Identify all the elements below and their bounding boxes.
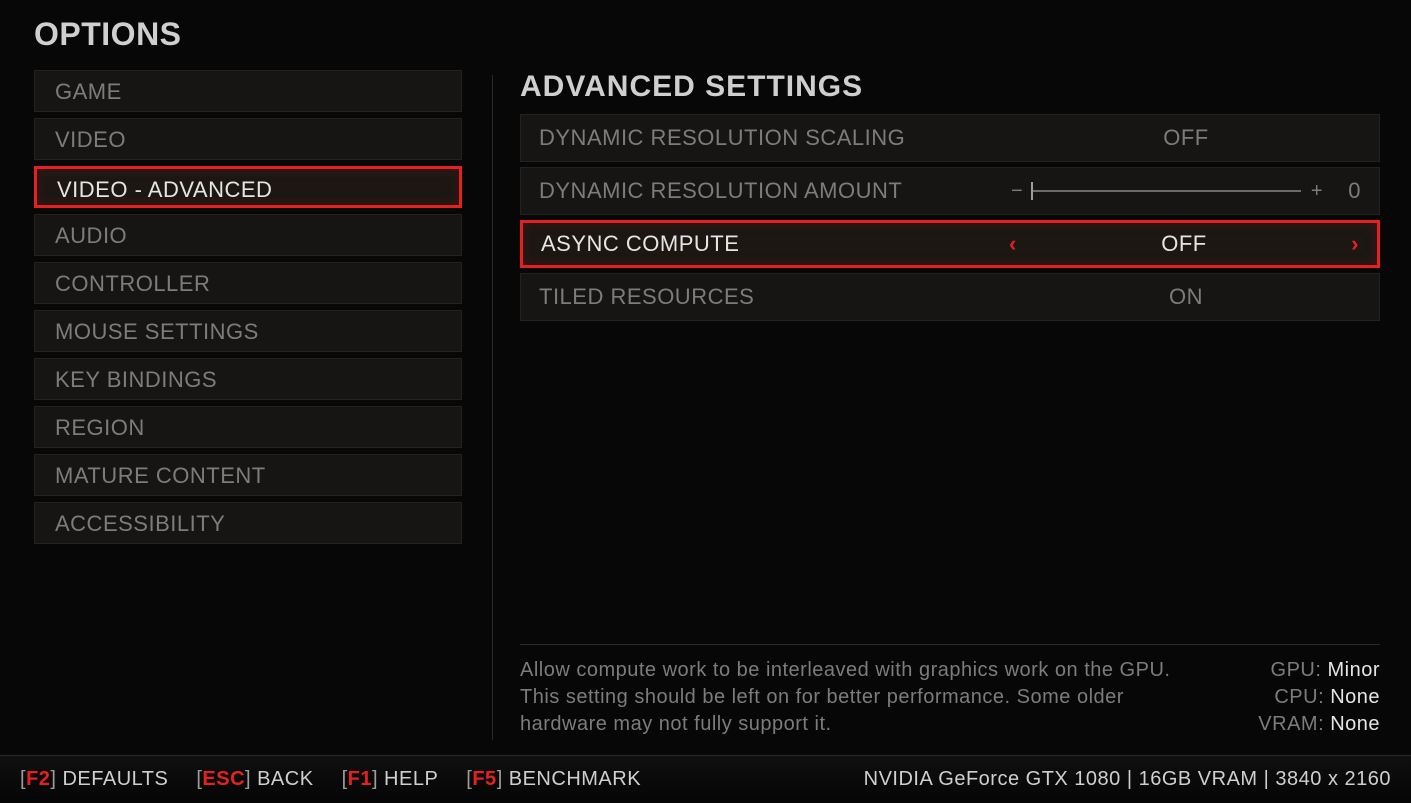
setting-row-async-compute[interactable]: ASYNC COMPUTE ‹ OFF › xyxy=(520,220,1380,268)
slider-knob[interactable] xyxy=(1031,182,1033,200)
sidebar-item-region[interactable]: REGION xyxy=(34,406,462,448)
hardware-info: NVIDIA GeForce GTX 1080 | 16GB VRAM | 38… xyxy=(864,768,1391,791)
sidebar-item-video[interactable]: VIDEO xyxy=(34,118,462,160)
sidebar-item-audio[interactable]: AUDIO xyxy=(34,214,462,256)
sidebar-item-mature-content[interactable]: MATURE CONTENT xyxy=(34,454,462,496)
help-line: This setting should be left on for bette… xyxy=(520,684,1180,738)
setting-label: TILED RESOURCES xyxy=(539,284,1011,310)
page-title: OPTIONS xyxy=(34,16,182,53)
section-title: ADVANCED SETTINGS xyxy=(520,70,1380,104)
plus-icon[interactable]: + xyxy=(1311,180,1323,203)
setting-row-dynamic-resolution-scaling[interactable]: DYNAMIC RESOLUTION SCALING OFF xyxy=(520,114,1380,162)
impact-cpu: CPU: None xyxy=(1200,684,1380,711)
sidebar-item-video-advanced[interactable]: VIDEO - ADVANCED xyxy=(34,166,462,208)
sidebar: GAME VIDEO VIDEO - ADVANCED AUDIO CONTRO… xyxy=(34,70,462,550)
hotkey-benchmark[interactable]: [F5]BENCHMARK xyxy=(466,768,641,791)
hotkey-back[interactable]: [ESC]BACK xyxy=(196,768,313,791)
slider-value: 0 xyxy=(1333,178,1361,204)
help-text: Allow compute work to be interleaved wit… xyxy=(520,657,1200,738)
setting-value: ON xyxy=(1011,284,1361,310)
setting-value: OFF xyxy=(1011,125,1361,151)
setting-label: DYNAMIC RESOLUTION AMOUNT xyxy=(539,178,1011,204)
sidebar-item-key-bindings[interactable]: KEY BINDINGS xyxy=(34,358,462,400)
setting-value-area: ON xyxy=(1011,284,1361,310)
help-area: Allow compute work to be interleaved wit… xyxy=(520,644,1380,738)
setting-value-area: OFF xyxy=(1011,125,1361,151)
slider[interactable]: − + 0 xyxy=(1011,178,1361,204)
sidebar-item-game[interactable]: GAME xyxy=(34,70,462,112)
hotkey-help[interactable]: [F1]HELP xyxy=(342,768,439,791)
setting-value: OFF xyxy=(1009,231,1359,257)
hotkey-defaults[interactable]: [F2]DEFAULTS xyxy=(20,768,168,791)
setting-label: DYNAMIC RESOLUTION SCALING xyxy=(539,125,1011,151)
chevron-right-icon[interactable]: › xyxy=(1351,231,1359,257)
slider-track[interactable] xyxy=(1033,190,1301,192)
sidebar-item-accessibility[interactable]: ACCESSIBILITY xyxy=(34,502,462,544)
setting-row-tiled-resources[interactable]: TILED RESOURCES ON xyxy=(520,273,1380,321)
impact-vram: VRAM: None xyxy=(1200,711,1380,738)
setting-row-dynamic-resolution-amount[interactable]: DYNAMIC RESOLUTION AMOUNT − + 0 xyxy=(520,167,1380,215)
footer: [F2]DEFAULTS [ESC]BACK [F1]HELP [F5]BENC… xyxy=(0,755,1411,803)
settings-panel: ADVANCED SETTINGS DYNAMIC RESOLUTION SCA… xyxy=(520,70,1380,326)
impact-panel: GPU: Minor CPU: None VRAM: None xyxy=(1200,657,1380,738)
help-line: Allow compute work to be interleaved wit… xyxy=(520,657,1180,684)
sidebar-item-mouse-settings[interactable]: MOUSE SETTINGS xyxy=(34,310,462,352)
minus-icon[interactable]: − xyxy=(1011,180,1023,203)
impact-gpu: GPU: Minor xyxy=(1200,657,1380,684)
sidebar-item-controller[interactable]: CONTROLLER xyxy=(34,262,462,304)
setting-value-area: ‹ OFF › xyxy=(1009,231,1359,257)
vertical-divider xyxy=(492,75,493,740)
chevron-left-icon[interactable]: ‹ xyxy=(1009,231,1017,257)
setting-label: ASYNC COMPUTE xyxy=(541,231,1009,257)
